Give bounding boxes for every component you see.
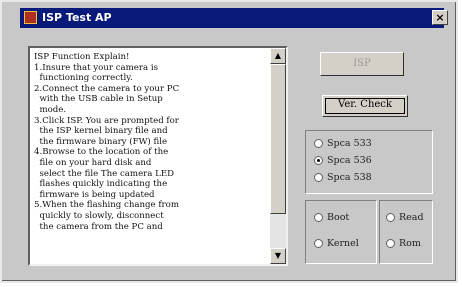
explain-text: ISP Function Explain! 1.Insure that your…: [34, 52, 180, 232]
explain-textarea[interactable]: ISP Function Explain! 1.Insure that your…: [28, 46, 288, 266]
radio-spca-536[interactable]: Spca 536: [314, 155, 372, 166]
radio-button-icon: [314, 173, 323, 182]
mode-radio-group: Boot Kernel: [305, 200, 377, 264]
read-rom-radio-group: Read Rom: [379, 200, 433, 264]
scroll-up-icon[interactable]: ▲: [270, 48, 286, 64]
scroll-thumb[interactable]: [270, 64, 286, 214]
radio-spca-533[interactable]: Spca 533: [314, 138, 372, 149]
vertical-scrollbar[interactable]: ▲ ▼: [270, 48, 286, 264]
radio-button-icon: [314, 213, 323, 222]
radio-button-icon: [386, 213, 395, 222]
spca-radio-group: Spca 533 Spca 536 Spca 538: [305, 130, 433, 194]
title-bar: ISP Test AP: [20, 8, 444, 28]
radio-kernel[interactable]: Kernel: [314, 238, 359, 249]
radio-read[interactable]: Read: [386, 212, 424, 223]
radio-button-checked-icon: [314, 156, 323, 165]
ver-check-button[interactable]: Ver. Check: [322, 95, 408, 117]
isp-button[interactable]: ISP: [320, 52, 404, 76]
scroll-down-icon[interactable]: ▼: [270, 248, 286, 264]
radio-button-icon: [386, 239, 395, 248]
radio-boot[interactable]: Boot: [314, 212, 349, 223]
close-button[interactable]: ×: [432, 10, 448, 25]
radio-spca-538[interactable]: Spca 538: [314, 172, 372, 183]
window-title: ISP Test AP: [42, 11, 112, 24]
radio-button-icon: [314, 239, 323, 248]
app-icon: [24, 11, 37, 24]
radio-rom[interactable]: Rom: [386, 238, 421, 249]
radio-button-icon: [314, 139, 323, 148]
isp-test-window: ISP Test AP × ISP Function Explain! 1.In…: [0, 0, 458, 283]
